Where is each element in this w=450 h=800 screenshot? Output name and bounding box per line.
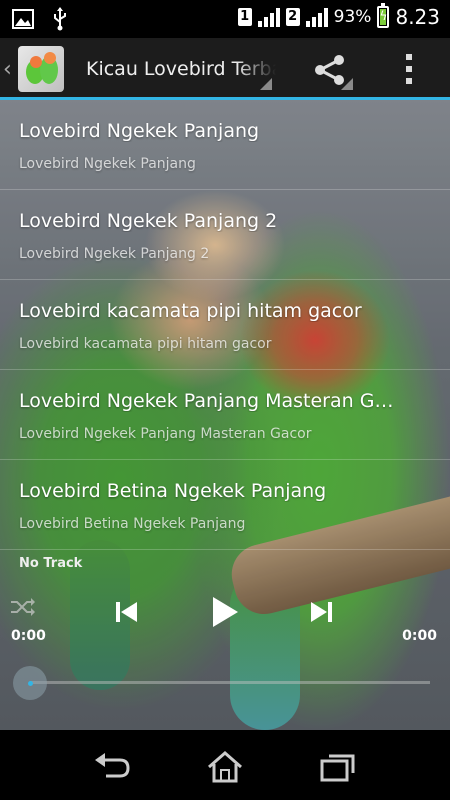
- track-subtitle: Lovebird Betina Ngekek Panjang: [19, 516, 246, 532]
- track-title: Lovebird Ngekek Panjang: [19, 120, 260, 142]
- track-row[interactable]: Lovebird Ngekek Panjang Masteran Gacor L…: [0, 370, 450, 460]
- overflow-menu-icon[interactable]: [404, 54, 414, 84]
- track-subtitle: Lovebird kacamata pipi hitam gacor: [19, 336, 272, 352]
- track-row[interactable]: Lovebird Betina Ngekek Panjang Lovebird …: [0, 460, 450, 550]
- track-title: Lovebird kacamata pipi hitam gacor: [19, 300, 362, 322]
- up-caret-icon[interactable]: ‹: [3, 57, 12, 82]
- recents-icon[interactable]: [318, 750, 358, 784]
- seek-thumb[interactable]: [13, 666, 47, 700]
- next-icon[interactable]: [309, 600, 335, 624]
- track-list: Lovebird Ngekek Panjang Lovebird Ngekek …: [0, 100, 450, 550]
- track-row[interactable]: Lovebird kacamata pipi hitam gacor Loveb…: [0, 280, 450, 370]
- shuffle-icon[interactable]: [10, 597, 36, 617]
- usb-icon: [54, 7, 66, 31]
- spinner-indicator-icon: [260, 78, 272, 90]
- content-area: Lovebird Ngekek Panjang Lovebird Ngekek …: [0, 100, 450, 730]
- signal-strength-icon: [305, 7, 328, 27]
- track-subtitle: Lovebird Ngekek Panjang: [19, 156, 196, 172]
- play-icon[interactable]: [210, 596, 240, 628]
- sim1-indicator: 1: [237, 8, 252, 26]
- gallery-icon: [12, 9, 34, 29]
- signal-strength-icon: [257, 7, 280, 27]
- now-playing-label: No Track: [19, 556, 83, 571]
- track-title: Lovebird Ngekek Panjang 2: [19, 210, 278, 232]
- action-bar: ‹ Kicau Lovebird Terbaik: [0, 38, 450, 100]
- share-spinner-indicator-icon: [341, 78, 353, 90]
- app-icon[interactable]: [18, 46, 64, 92]
- track-title: Lovebird Betina Ngekek Panjang: [19, 480, 327, 502]
- elapsed-time: 0:00: [11, 628, 46, 644]
- seek-track: [30, 681, 430, 684]
- track-title: Lovebird Ngekek Panjang Masteran Gacor: [19, 390, 404, 412]
- seek-bar[interactable]: [12, 665, 438, 701]
- back-icon[interactable]: [92, 750, 132, 784]
- clock: 8.23: [395, 5, 440, 29]
- sim2-indicator: 2: [285, 8, 300, 26]
- track-subtitle: Lovebird Ngekek Panjang Masteran Gacor: [19, 426, 312, 442]
- status-bar: 1 2 93% ϟ 8.23: [0, 0, 450, 38]
- title-spinner[interactable]: Kicau Lovebird Terbaik: [78, 38, 276, 100]
- battery-percent: 93%: [333, 7, 372, 27]
- track-row[interactable]: Lovebird Ngekek Panjang Lovebird Ngekek …: [0, 100, 450, 190]
- track-subtitle: Lovebird Ngekek Panjang 2: [19, 246, 210, 262]
- track-row[interactable]: Lovebird Ngekek Panjang 2 Lovebird Ngeke…: [0, 190, 450, 280]
- navigation-bar: [0, 730, 450, 800]
- battery-icon: ϟ: [377, 3, 390, 28]
- previous-icon[interactable]: [113, 600, 139, 624]
- home-icon[interactable]: [205, 750, 245, 784]
- track-duration: 0:00: [402, 628, 437, 644]
